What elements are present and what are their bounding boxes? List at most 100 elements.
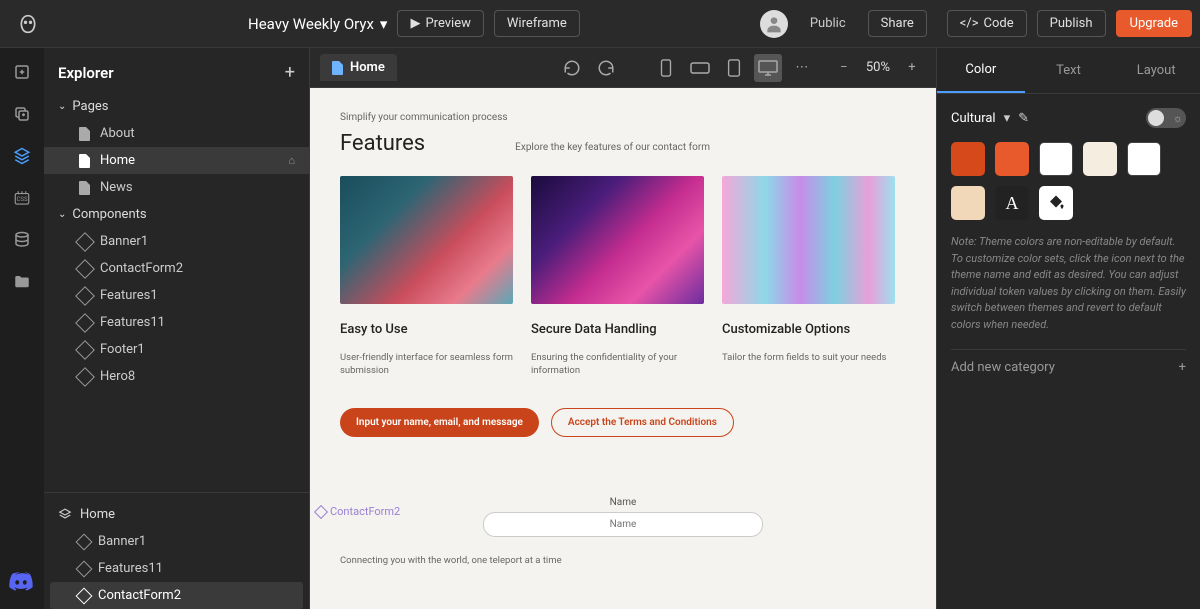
card-title: Easy to Use — [340, 322, 513, 337]
theme-name[interactable]: Cultural — [951, 111, 996, 126]
component-icon — [75, 259, 95, 279]
card-image — [531, 176, 704, 304]
undo-button[interactable] — [558, 54, 586, 82]
project-name-dropdown[interactable]: Heavy Weekly Oryx ▾ — [248, 15, 387, 33]
fill-swatch[interactable] — [1039, 186, 1073, 220]
form-tagline: Connecting you with the world, one telep… — [340, 555, 906, 566]
file-icon — [78, 127, 92, 141]
tab-color[interactable]: Color — [937, 48, 1025, 93]
preview-button[interactable]: ▶ Preview — [397, 10, 483, 37]
redo-button[interactable] — [592, 54, 620, 82]
viewport-tablet-landscape[interactable] — [686, 54, 714, 82]
css-icon[interactable]: CSS — [12, 188, 32, 208]
add-category-button[interactable]: Add new category + — [951, 349, 1186, 385]
viewport-desktop[interactable] — [754, 54, 782, 82]
component-icon — [75, 367, 95, 387]
dark-mode-toggle[interactable]: ☼ — [1146, 108, 1186, 128]
edit-theme-icon[interactable]: ✎ — [1018, 111, 1029, 126]
component-icon — [75, 286, 95, 306]
theme-note: Note: Theme colors are non-editable by d… — [951, 234, 1186, 333]
component-icon — [76, 533, 93, 550]
cta-secondary[interactable]: Accept the Terms and Conditions — [551, 408, 734, 437]
features-subtitle: Explore the key features of our contact … — [515, 142, 710, 153]
add-page-button[interactable]: + — [285, 62, 295, 83]
home-icon: ⌂ — [288, 154, 295, 167]
explorer-title: Explorer — [58, 64, 114, 82]
copy-icon[interactable] — [12, 104, 32, 124]
upgrade-button[interactable]: Upgrade — [1116, 10, 1192, 37]
color-swatch[interactable] — [951, 142, 985, 176]
components-section[interactable]: ⌄Components — [44, 201, 309, 228]
play-icon: ▶ — [410, 16, 420, 31]
user-avatar[interactable] — [760, 10, 788, 38]
card-image — [340, 176, 513, 304]
page-news[interactable]: News — [44, 174, 309, 201]
publish-button[interactable]: Publish — [1037, 10, 1106, 37]
file-icon — [78, 154, 92, 168]
component-features11[interactable]: Features11 — [44, 309, 309, 336]
component-banner1[interactable]: Banner1 — [44, 228, 309, 255]
explorer-panel: Explorer + ⌄Pages About Home⌂ News ⌄Comp… — [44, 48, 310, 609]
canvas[interactable]: Simplify your communication process Feat… — [310, 88, 936, 609]
color-swatch[interactable] — [995, 142, 1029, 176]
feature-card[interactable]: Customizable Options Tailor the form fie… — [722, 176, 895, 378]
component-icon — [75, 232, 95, 252]
tab-text[interactable]: Text — [1025, 48, 1113, 93]
page-home[interactable]: Home⌂ — [44, 147, 309, 174]
file-icon — [78, 181, 92, 195]
folder-icon[interactable] — [12, 272, 32, 292]
chevron-down-icon: ⌄ — [58, 209, 66, 220]
app-logo[interactable] — [8, 14, 48, 34]
discord-icon[interactable] — [8, 569, 34, 599]
chevron-down-icon: ▾ — [1004, 111, 1011, 126]
add-icon[interactable] — [12, 62, 32, 82]
database-icon[interactable] — [12, 230, 32, 250]
project-name-label: Heavy Weekly Oryx — [248, 15, 374, 33]
tab-layout[interactable]: Layout — [1112, 48, 1200, 93]
share-button[interactable]: Share — [868, 10, 927, 37]
wireframe-button[interactable]: Wireframe — [494, 10, 580, 37]
component-features1[interactable]: Features1 — [44, 282, 309, 309]
public-label[interactable]: Public — [798, 11, 858, 36]
section-marker[interactable]: ContactForm2 — [310, 503, 406, 520]
cta-primary[interactable]: Input your name, email, and message — [340, 408, 539, 437]
code-button[interactable]: </> Code — [947, 10, 1027, 37]
form-label: Name — [340, 497, 906, 508]
feature-card[interactable]: Secure Data Handling Ensuring the confid… — [531, 176, 704, 378]
outline-root[interactable]: Home — [44, 501, 309, 528]
component-hero8[interactable]: Hero8 — [44, 363, 309, 390]
zoom-in[interactable]: + — [898, 54, 926, 82]
color-swatch[interactable] — [1083, 142, 1117, 176]
name-input[interactable] — [483, 512, 763, 537]
component-icon — [314, 504, 328, 518]
canvas-area: Home ⋯ − 50% + Simplify your commun — [310, 48, 936, 609]
component-icon — [75, 313, 95, 333]
file-icon — [332, 61, 344, 75]
component-footer1[interactable]: Footer1 — [44, 336, 309, 363]
color-swatch[interactable] — [1039, 142, 1073, 176]
chevron-down-icon: ▾ — [380, 15, 388, 33]
outline-banner1[interactable]: Banner1 — [44, 528, 309, 555]
viewport-tablet[interactable] — [720, 54, 748, 82]
text-color-swatch[interactable]: A — [995, 186, 1029, 220]
page-about[interactable]: About — [44, 120, 309, 147]
canvas-tab-home[interactable]: Home — [320, 54, 397, 81]
top-bar: Heavy Weekly Oryx ▾ ▶ Preview Wireframe … — [0, 0, 1200, 48]
color-swatch[interactable] — [951, 186, 985, 220]
component-contactform2[interactable]: ContactForm2 — [44, 255, 309, 282]
zoom-out[interactable]: − — [830, 54, 858, 82]
component-icon — [76, 587, 93, 604]
pages-section[interactable]: ⌄Pages — [44, 93, 309, 120]
sun-icon: ☼ — [1173, 112, 1183, 125]
outline-features11[interactable]: Features11 — [44, 555, 309, 582]
features-eyebrow: Simplify your communication process — [340, 112, 906, 123]
color-swatch[interactable] — [1127, 142, 1161, 176]
feature-card[interactable]: Easy to Use User-friendly interface for … — [340, 176, 513, 378]
layers-icon[interactable] — [12, 146, 32, 166]
zoom-level: 50% — [862, 60, 894, 75]
more-options[interactable]: ⋯ — [788, 54, 816, 82]
viewport-mobile[interactable] — [652, 54, 680, 82]
card-desc: User-friendly interface for seamless for… — [340, 351, 513, 378]
card-title: Customizable Options — [722, 322, 895, 337]
outline-contactform2[interactable]: ContactForm2 — [50, 582, 303, 609]
